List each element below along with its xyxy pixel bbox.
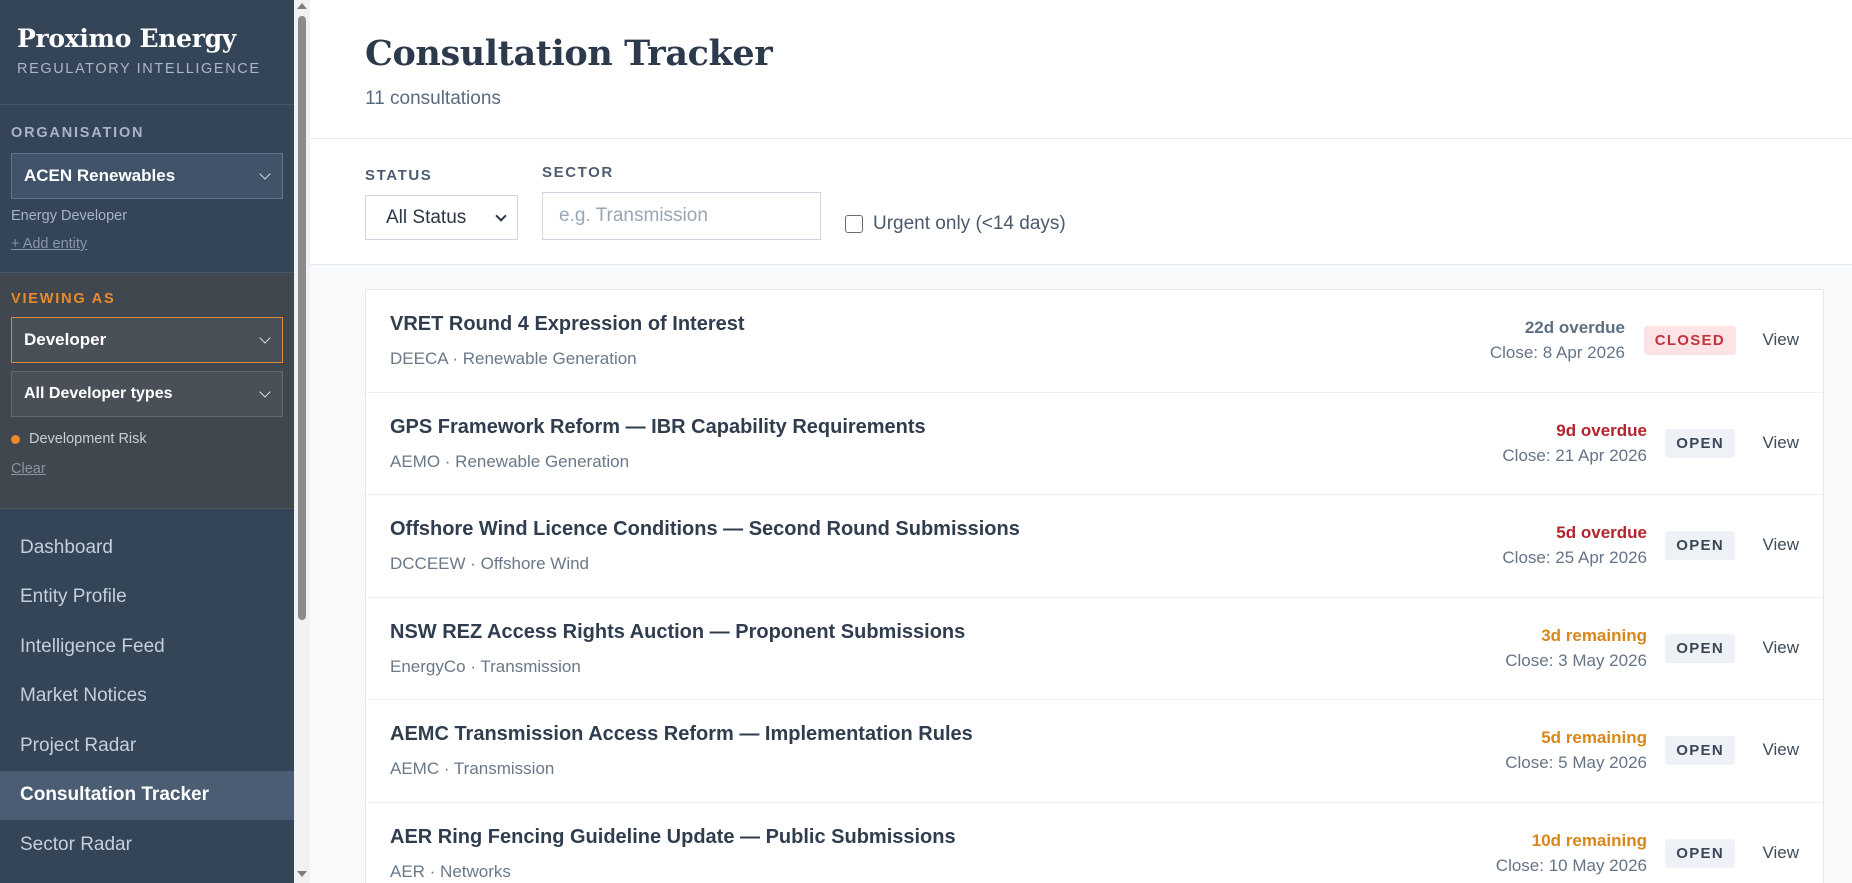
status-filter-label: STATUS xyxy=(365,167,433,184)
urgent-only-toggle[interactable]: Urgent only (<14 days) xyxy=(845,213,1066,235)
scroll-thumb[interactable] xyxy=(298,16,306,620)
consultation-row[interactable]: Offshore Wind Licence Conditions — Secon… xyxy=(366,495,1823,598)
status-badge: OPEN xyxy=(1665,736,1735,765)
deadline-status: 5d overdue xyxy=(1556,523,1647,542)
organisation-type: Energy Developer xyxy=(11,208,128,224)
risk-tag: Development Risk xyxy=(11,431,283,447)
close-date: Close: 25 Apr 2026 xyxy=(1502,548,1647,567)
status-badge: OPEN xyxy=(1665,633,1735,663)
scroll-down-arrow-icon[interactable] xyxy=(297,871,307,877)
consultation-meta: AER · Networks xyxy=(390,861,511,881)
consultation-row[interactable]: NSW REZ Access Rights Auction — Proponen… xyxy=(366,598,1823,700)
consultation-title[interactable]: NSW REZ Access Rights Auction — Proponen… xyxy=(390,621,965,644)
risk-dot-icon xyxy=(11,434,20,444)
consultation-row[interactable]: GPS Framework Reform — IBR Capability Re… xyxy=(366,393,1823,495)
consultation-meta: DEECA · Renewable Generation xyxy=(390,349,637,368)
filter-bar: STATUS All Status SECTOR Urgent only (<1… xyxy=(310,139,1852,265)
deadline-info: 3d remaining Close: 3 May 2026 xyxy=(1505,626,1647,671)
consultation-meta: AEMO · Renewable Generation xyxy=(390,451,630,471)
close-date: Close: 5 May 2026 xyxy=(1505,753,1647,772)
deadline-status: 22d overdue xyxy=(1524,318,1625,337)
brand: Proximo Energy REGULATORY INTELLIGENCE xyxy=(0,0,294,105)
organisation-section: ORGANISATION ACEN Renewables Energy Deve… xyxy=(0,105,294,273)
sidebar-item-intelligence-feed[interactable]: Intelligence Feed xyxy=(0,622,294,672)
sidebar-scrollbar[interactable] xyxy=(294,0,310,883)
view-button[interactable]: View xyxy=(1762,535,1799,555)
consultation-row[interactable]: VRET Round 4 Expression of Interest DEECA… xyxy=(366,290,1823,393)
sidebar-item-consultation-tracker[interactable]: Consultation Tracker xyxy=(0,770,294,820)
chevron-down-icon xyxy=(259,386,271,398)
status-badge: OPEN xyxy=(1665,531,1735,560)
consultation-title[interactable]: AER Ring Fencing Guideline Update — Publ… xyxy=(390,826,956,849)
consultation-title[interactable]: Offshore Wind Licence Conditions — Secon… xyxy=(390,518,1020,541)
sidebar-item-investment-intelligence[interactable]: Investment Intelligence xyxy=(0,870,294,883)
brand-subtitle: REGULATORY INTELLIGENCE xyxy=(17,61,261,77)
view-button[interactable]: View xyxy=(1762,638,1799,658)
page-title: Consultation Tracker xyxy=(365,33,773,74)
scroll-up-arrow-icon[interactable] xyxy=(297,3,307,9)
brand-title: Proximo Energy xyxy=(17,24,236,53)
sidebar-item-dashboard[interactable]: Dashboard xyxy=(0,523,294,573)
chevron-down-icon xyxy=(259,332,271,344)
chevron-down-icon xyxy=(259,168,271,180)
close-date: Close: 3 May 2026 xyxy=(1505,650,1647,670)
urgent-only-checkbox[interactable] xyxy=(845,215,863,233)
sidebar: Proximo Energy REGULATORY INTELLIGENCE O… xyxy=(0,0,294,883)
main-content: Consultation Tracker 11 consultations ST… xyxy=(310,0,1852,883)
deadline-info: 22d overdue Close: 8 Apr 2026 xyxy=(1490,318,1625,363)
deadline-status: 10d remaining xyxy=(1531,830,1647,850)
sidebar-item-sector-radar[interactable]: Sector Radar xyxy=(0,820,294,870)
organisation-select[interactable]: ACEN Renewables xyxy=(11,153,283,199)
add-entity-link[interactable]: + Add entity xyxy=(11,236,87,252)
status-filter-value: All Status xyxy=(386,206,467,228)
deadline-info: 9d overdue Close: 21 Apr 2026 xyxy=(1502,421,1647,466)
view-button[interactable]: View xyxy=(1762,843,1799,863)
sidebar-item-project-radar[interactable]: Project Radar xyxy=(0,721,294,771)
deadline-status: 3d remaining xyxy=(1541,625,1647,645)
consultation-meta: DCCEEW · Offshore Wind xyxy=(390,554,590,573)
close-date: Close: 21 Apr 2026 xyxy=(1502,445,1647,465)
clear-link[interactable]: Clear xyxy=(11,461,46,477)
viewing-as-section: VIEWING AS Developer All Developer types… xyxy=(0,273,294,509)
sidebar-item-market-notices[interactable]: Market Notices xyxy=(0,672,294,722)
role-select-value: Developer xyxy=(24,330,107,349)
viewing-as-label: VIEWING AS xyxy=(11,291,116,307)
consultation-meta: AEMC · Transmission xyxy=(390,759,555,778)
consultation-row[interactable]: AER Ring Fencing Guideline Update — Publ… xyxy=(366,803,1823,883)
chevron-down-icon xyxy=(495,209,507,222)
consultation-title[interactable]: GPS Framework Reform — IBR Capability Re… xyxy=(390,416,926,439)
deadline-info: 10d remaining Close: 10 May 2026 xyxy=(1496,831,1647,876)
urgent-only-label: Urgent only (<14 days) xyxy=(873,213,1066,234)
close-date: Close: 10 May 2026 xyxy=(1495,855,1647,875)
consultation-list: VRET Round 4 Expression of Interest DEECA… xyxy=(365,289,1824,883)
consultation-meta: EnergyCo · Transmission xyxy=(390,656,581,676)
sidebar-item-entity-profile[interactable]: Entity Profile xyxy=(0,573,294,623)
organisation-label: ORGANISATION xyxy=(11,125,145,141)
status-badge: OPEN xyxy=(1665,838,1735,868)
view-button[interactable]: View xyxy=(1762,740,1799,760)
deadline-info: 5d overdue Close: 25 Apr 2026 xyxy=(1502,523,1647,568)
view-button[interactable]: View xyxy=(1762,433,1799,453)
status-badge: CLOSED xyxy=(1643,326,1736,355)
sector-filter-input[interactable] xyxy=(542,192,821,240)
developer-type-select-value: All Developer types xyxy=(24,385,173,402)
organisation-select-value: ACEN Renewables xyxy=(24,166,176,185)
consultation-title[interactable]: AEMC Transmission Access Reform — Implem… xyxy=(390,723,973,746)
sidebar-nav: Dashboard Entity Profile Intelligence Feed… xyxy=(0,509,294,883)
deadline-info: 5d remaining Close: 5 May 2026 xyxy=(1505,728,1647,773)
deadline-status: 5d remaining xyxy=(1541,728,1647,747)
status-filter-select[interactable]: All Status xyxy=(365,195,518,240)
status-badge: OPEN xyxy=(1665,428,1735,458)
developer-type-select[interactable]: All Developer types xyxy=(11,371,283,417)
consultation-count: 11 consultations xyxy=(365,88,501,109)
view-button[interactable]: View xyxy=(1762,330,1799,350)
deadline-status: 9d overdue xyxy=(1556,420,1647,440)
consultation-row[interactable]: AEMC Transmission Access Reform — Implem… xyxy=(366,700,1823,803)
sector-filter-label: SECTOR xyxy=(542,164,614,181)
consultation-title[interactable]: VRET Round 4 Expression of Interest xyxy=(390,313,745,336)
risk-tag-label: Development Risk xyxy=(29,431,147,447)
role-select[interactable]: Developer xyxy=(11,317,283,363)
page-header: Consultation Tracker 11 consultations xyxy=(310,0,1852,139)
close-date: Close: 8 Apr 2026 xyxy=(1489,343,1625,362)
